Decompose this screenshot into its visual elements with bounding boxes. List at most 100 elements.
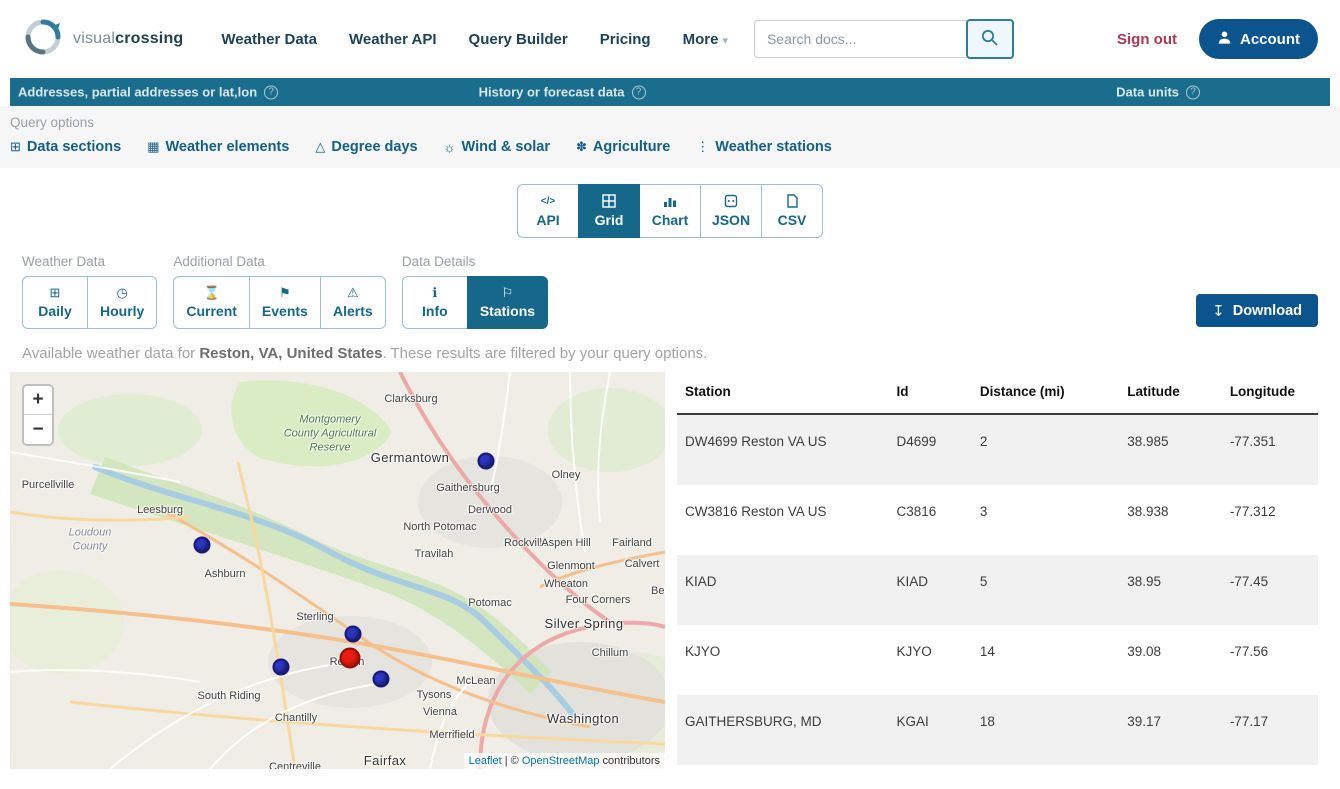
- query-bar-label: Data units: [1116, 85, 1179, 100]
- tab-grid[interactable]: Grid: [578, 184, 640, 238]
- attribution-separator: | ©: [502, 755, 522, 767]
- help-icon[interactable]: ?: [632, 85, 646, 99]
- cell-lat: 38.938: [1119, 485, 1222, 555]
- query-option-data-sections[interactable]: ⊞Data sections: [10, 139, 121, 155]
- map-label-mclean: McLean: [456, 675, 495, 689]
- map-label-potomac: Potomac: [468, 597, 511, 611]
- daily-button[interactable]: ⊞Daily: [22, 276, 88, 329]
- group-label-weather-data: Weather Data: [22, 254, 157, 269]
- nav-item-weather-api[interactable]: Weather API: [349, 31, 437, 48]
- table-row[interactable]: CW3816 Reston VA USC3816338.938-77.312: [677, 485, 1318, 555]
- query-bar-section-addresses-partial-addresses-or-lat-lon[interactable]: Addresses, partial addresses or lat,lon?: [18, 85, 278, 100]
- zoom-out-button[interactable]: −: [24, 415, 52, 444]
- cell-lon: -77.17: [1222, 695, 1318, 765]
- osm-link[interactable]: OpenStreetMap: [522, 755, 600, 767]
- cell-station: DW4699 Reston VA US: [677, 414, 889, 485]
- map-label-montgomery-county-agricultural-reserve: Montgomery County Agricultural Reserve: [283, 413, 378, 454]
- search-icon: [980, 28, 999, 50]
- zoom-in-button[interactable]: +: [24, 386, 52, 415]
- map-label-fairland: Fairland: [612, 537, 652, 551]
- map-zoom-control: + −: [22, 384, 54, 446]
- map-marker-blue[interactable]: [345, 626, 362, 643]
- query-option-degree-days[interactable]: △Degree days: [315, 139, 417, 155]
- cell-lat: 38.95: [1119, 555, 1222, 625]
- map-marker-blue[interactable]: [373, 671, 390, 688]
- query-bar-section-data-units[interactable]: Data units?: [1116, 85, 1200, 100]
- view-tabs: </> API Grid Chart JSON CSV: [517, 184, 823, 238]
- map-label-clarksburg: Clarksburg: [384, 393, 437, 407]
- download-label: Download: [1233, 303, 1302, 319]
- table-row[interactable]: KIADKIAD538.95-77.45: [677, 555, 1318, 625]
- cell-distance: 5: [972, 555, 1119, 625]
- results-area: Clarksburg Montgomery County Agricultural…: [0, 372, 1340, 769]
- info-icon: ℹ: [415, 285, 455, 301]
- map-label-leesburg: Leesburg: [137, 504, 183, 518]
- data-sections-icon: ⊞: [10, 139, 21, 155]
- map-label-ashburn: Ashburn: [205, 568, 246, 582]
- account-button[interactable]: Account: [1199, 19, 1318, 59]
- info-button[interactable]: ℹ Info: [402, 276, 468, 329]
- nav-item-query-builder[interactable]: Query Builder: [469, 31, 568, 48]
- map-label-wheaton: Wheaton: [544, 578, 588, 592]
- cell-id: C3816: [889, 485, 972, 555]
- cell-station: GAITHERSBURG, MD: [677, 695, 889, 765]
- query-option-wind-solar[interactable]: ☼Wind & solar: [444, 139, 550, 155]
- hourly-button[interactable]: ◷Hourly: [87, 276, 157, 329]
- map-label-bel: Bel: [651, 585, 665, 599]
- cell-distance: 3: [972, 485, 1119, 555]
- map-label-derwood: Derwood: [468, 504, 512, 518]
- grid-icon: [579, 193, 639, 209]
- cell-id: KIAD: [889, 555, 972, 625]
- tab-api[interactable]: </> API: [517, 184, 579, 238]
- cell-lat: 39.08: [1119, 625, 1222, 695]
- query-option-agriculture[interactable]: ✽Agriculture: [576, 139, 670, 155]
- map-marker-blue[interactable]: [194, 537, 211, 554]
- nav-item-pricing[interactable]: Pricing: [600, 31, 651, 48]
- map-marker-red[interactable]: [340, 648, 361, 669]
- calendar-icon: ⊞: [35, 285, 75, 301]
- docs-search: [754, 19, 1014, 59]
- stations-button[interactable]: ⚐Stations: [467, 276, 548, 329]
- query-option-label: Agriculture: [593, 139, 670, 155]
- map-label-south-riding: South Riding: [198, 690, 261, 704]
- clock-icon: ◷: [100, 285, 144, 301]
- table-row[interactable]: GAITHERSBURG, MDKGAI1839.17-77.17: [677, 695, 1318, 765]
- current-button[interactable]: ⌛Current: [173, 276, 250, 329]
- map-marker-blue[interactable]: [273, 659, 290, 676]
- sign-out-link[interactable]: Sign out: [1117, 31, 1177, 48]
- query-option-label: Wind & solar: [462, 139, 551, 155]
- query-option-weather-stations[interactable]: ⋮Weather stations: [696, 139, 832, 155]
- table-row[interactable]: KJYOKJYO1439.08-77.56: [677, 625, 1318, 695]
- download-button[interactable]: ↧ Download: [1196, 294, 1318, 327]
- cell-lon: -77.45: [1222, 555, 1318, 625]
- alerts-button[interactable]: ⚠Alerts: [320, 276, 386, 329]
- query-option-label: Weather elements: [166, 139, 290, 155]
- query-bar-section-history-or-forecast-data[interactable]: History or forecast data?: [479, 85, 646, 100]
- map-overlay: Clarksburg Montgomery County Agricultural…: [10, 372, 665, 769]
- nav-item-more[interactable]: More▾: [683, 31, 728, 48]
- map-marker-blue[interactable]: [478, 453, 495, 470]
- leaflet-link[interactable]: Leaflet: [469, 755, 502, 767]
- events-button[interactable]: ⚑Events: [249, 276, 321, 329]
- tab-csv[interactable]: CSV: [761, 184, 823, 238]
- help-icon[interactable]: ?: [1186, 85, 1200, 99]
- group-label-additional-data: Additional Data: [173, 254, 385, 269]
- station-flag-icon: ⚐: [480, 285, 535, 301]
- events-label: Events: [262, 303, 308, 319]
- info-label: Info: [415, 303, 455, 319]
- tab-json[interactable]: JSON: [700, 184, 762, 238]
- query-option-weather-elements[interactable]: ▦Weather elements: [147, 139, 289, 155]
- map-label-aspen-hill: Aspen Hill: [541, 537, 591, 551]
- table-row[interactable]: DW4699 Reston VA USD4699238.985-77.351: [677, 414, 1318, 485]
- search-input[interactable]: [754, 20, 966, 58]
- tab-chart-label: Chart: [640, 212, 700, 228]
- cell-distance: 14: [972, 625, 1119, 695]
- stations-map[interactable]: Clarksburg Montgomery County Agricultural…: [10, 372, 665, 769]
- hourglass-icon: ⌛: [186, 285, 237, 301]
- nav-item-weather-data[interactable]: Weather Data: [221, 31, 317, 48]
- logo[interactable]: visualcrossing: [22, 16, 183, 63]
- search-button[interactable]: [966, 19, 1014, 59]
- tab-chart[interactable]: Chart: [639, 184, 701, 238]
- cell-station: KIAD: [677, 555, 889, 625]
- help-icon[interactable]: ?: [264, 85, 278, 99]
